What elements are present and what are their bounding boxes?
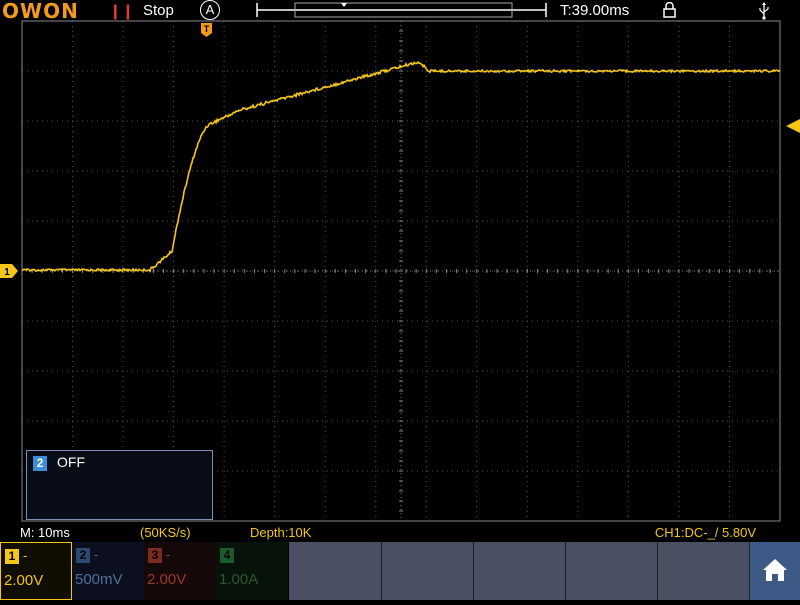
softkey-3[interactable]	[474, 542, 566, 600]
ch1-badge: 1	[5, 549, 19, 564]
ch4-key[interactable]: 4 1.00A	[216, 542, 288, 600]
bottom-menu: 1 - 2.00V 2 - 500mV 3 - 2.00V 4 1.00A	[0, 542, 800, 600]
ch2-coupling: -	[94, 547, 99, 562]
ch4-badge: 4	[220, 548, 234, 563]
home-icon	[763, 559, 787, 581]
memory-position-bar[interactable]	[255, 2, 548, 18]
ch3-scale: 2.00V	[147, 571, 187, 588]
ch1-coupling: -	[23, 548, 28, 563]
status-bar: OWON ❙❙ Stop A T:39.00ms	[0, 0, 800, 22]
ch3-key[interactable]: 3 - 2.00V	[144, 542, 216, 600]
ch4-scale: 1.00A	[219, 571, 259, 588]
ch3-coupling: -	[166, 547, 171, 562]
trigger-readout: CH1:DC-_/ 5.80V	[654, 525, 756, 540]
waveform-display[interactable]: T 1	[0, 20, 800, 522]
ch2-status-popup: 2 OFF	[26, 450, 213, 520]
brand-logo: OWON	[2, 0, 79, 23]
usb-icon	[759, 2, 769, 20]
ch3-badge: 3	[148, 548, 162, 563]
svg-text:T: T	[204, 24, 210, 34]
svg-text:1: 1	[4, 267, 10, 278]
softkey-2[interactable]	[382, 542, 474, 600]
timebase-readout: M: 10ms	[20, 525, 70, 540]
ch2-badge: 2	[33, 456, 47, 471]
trigger-mode-indicator: A	[200, 0, 220, 20]
info-bar: M: 10ms (50KS/s) Depth:10K CH1:DC-_/ 5.8…	[0, 524, 800, 541]
home-button[interactable]	[750, 542, 800, 600]
trigger-position-marker[interactable]: T	[201, 23, 212, 37]
ch2-key-badge: 2	[76, 548, 90, 563]
lock-icon	[663, 2, 676, 18]
sample-rate-readout: (50KS/s)	[140, 525, 191, 540]
ch1-ground-marker[interactable]: 1	[0, 264, 18, 278]
ch2-state: OFF	[57, 454, 85, 470]
ch2-key[interactable]: 2 - 500mV	[72, 542, 144, 600]
softkey-5[interactable]	[658, 542, 750, 600]
ch2-scale: 500mV	[75, 571, 123, 588]
trigger-time-readout: T:39.00ms	[560, 2, 630, 19]
trigger-level-marker[interactable]	[786, 119, 800, 133]
softkey-4[interactable]	[566, 542, 658, 600]
memory-depth-readout: Depth:10K	[250, 525, 312, 540]
ch1-key[interactable]: 1 - 2.00V	[0, 542, 72, 600]
pause-icon[interactable]: ❙❙	[109, 2, 134, 20]
run-status[interactable]: Stop	[143, 2, 174, 19]
ch1-scale: 2.00V	[4, 572, 44, 589]
softkey-1[interactable]	[289, 542, 382, 600]
